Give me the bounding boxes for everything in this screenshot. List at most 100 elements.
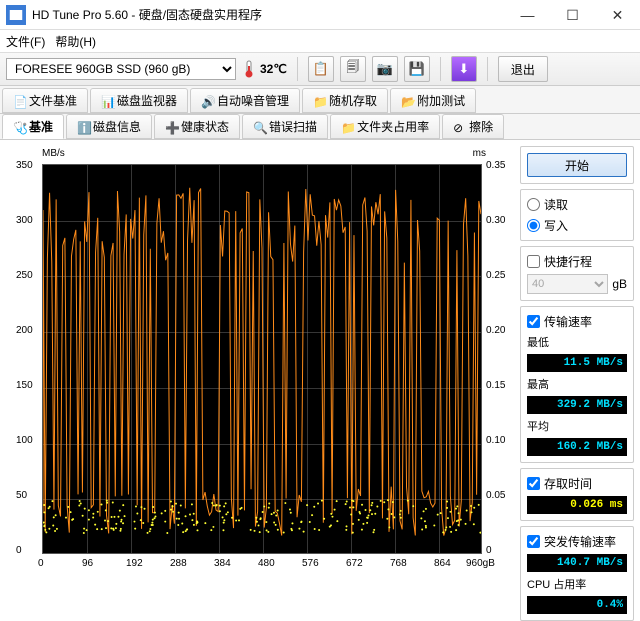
x-tick: 576: [302, 558, 319, 569]
x-tick: 480: [258, 558, 275, 569]
options-button[interactable]: ⬇: [451, 56, 477, 82]
right-tick: 0.15: [486, 380, 505, 391]
left-axis-unit: MB/s: [42, 148, 65, 159]
drive-select[interactable]: FORESEE 960GB SSD (960 gB): [6, 58, 236, 80]
cpu-value: 0.4%: [527, 596, 627, 614]
tab-自动噪音管理[interactable]: 🔊 自动噪音管理: [190, 88, 300, 113]
x-max-label: 960gB: [466, 558, 495, 569]
tabs: 📄 文件基准 📊 磁盘监视器 🔊 自动噪音管理 📁 随机存取 📂附加测试 🩺 基准 ℹ️ 磁盘信息 ➕ 健…: [0, 86, 640, 140]
access-time-check[interactable]: 存取时间: [527, 475, 627, 492]
max-value: 329.2 MB/s: [527, 396, 627, 414]
tab-随机存取[interactable]: 📁 随机存取: [302, 88, 388, 113]
tab-磁盘信息[interactable]: ℹ️ 磁盘信息: [66, 114, 152, 139]
x-tick: 864: [434, 558, 451, 569]
avg-value: 160.2 MB/s: [527, 438, 627, 456]
tab-icon: 📁: [313, 95, 325, 107]
short-stroke-check[interactable]: 快捷行程: [527, 253, 627, 270]
tab-label: 文件夹占用率: [357, 118, 429, 135]
window-title: HD Tune Pro 5.60 - 硬盘/固态硬盘实用程序: [32, 6, 505, 23]
left-tick: 200: [16, 325, 33, 336]
right-tick: 0.10: [486, 435, 505, 446]
left-tick: 0: [16, 545, 22, 556]
left-tick: 300: [16, 215, 33, 226]
right-tick: 0.20: [486, 325, 505, 336]
menu-help[interactable]: 帮助(H): [55, 33, 96, 50]
left-tick: 150: [16, 380, 33, 391]
tab-icon: 📄: [13, 95, 25, 107]
right-tick: 0.05: [486, 490, 505, 501]
maximize-button[interactable]: ☐: [550, 0, 595, 30]
tab-错误扫描[interactable]: 🔍 错误扫描: [242, 114, 328, 139]
tab-icon: ⊘: [453, 121, 465, 133]
tab-文件基准[interactable]: 📄 文件基准: [2, 88, 88, 113]
x-tick: 192: [126, 558, 143, 569]
access-value: 0.026 ms: [527, 496, 627, 514]
right-tick: 0: [486, 545, 492, 556]
tab-icon: 🔊: [201, 95, 213, 107]
tab-健康状态[interactable]: ➕ 健康状态: [154, 114, 240, 139]
tab-label: 文件基准: [29, 92, 77, 109]
tab-label: 基准: [29, 118, 53, 135]
temperature-readout: 32℃: [242, 60, 287, 78]
copy-screenshot-button[interactable]: 🗐: [340, 56, 366, 82]
tab-icon: 🩺: [13, 121, 25, 133]
tab-icon: 🔍: [253, 121, 265, 133]
tab-label: 磁盘监视器: [117, 92, 177, 109]
tab-icon: ➕: [165, 121, 177, 133]
titlebar: HD Tune Pro 5.60 - 硬盘/固态硬盘实用程序 — ☐ ✕: [0, 0, 640, 30]
close-button[interactable]: ✕: [595, 0, 640, 30]
tab-label: 擦除: [469, 118, 493, 135]
block-size-select[interactable]: 40: [527, 274, 608, 294]
tab-label: 错误扫描: [269, 118, 317, 135]
mode-write[interactable]: 写入: [527, 217, 627, 234]
tab-擦除[interactable]: ⊘ 擦除: [442, 114, 504, 139]
cpu-label: CPU 占用率: [527, 576, 627, 592]
left-tick: 350: [16, 160, 33, 171]
x-tick: 96: [82, 558, 93, 569]
tab-基准[interactable]: 🩺 基准: [2, 114, 64, 139]
tab-icon: 📊: [101, 95, 113, 107]
exit-button[interactable]: 退出: [498, 56, 548, 82]
sidebar: 开始 读取 写入 快捷行程 40 gB 传输速率 最低 11.5 MB/s 最高…: [516, 140, 640, 610]
copy-info-button[interactable]: 📋: [308, 56, 334, 82]
tab-label: 随机存取: [329, 92, 377, 109]
tab-label: 磁盘信息: [93, 118, 141, 135]
tab-icon: ℹ️: [77, 121, 89, 133]
tab-label: 健康状态: [181, 118, 229, 135]
toolbar: FORESEE 960GB SSD (960 gB) 32℃ 📋 🗐 📷 💾 ⬇…: [0, 52, 640, 86]
max-label: 最高: [527, 376, 627, 392]
chart-canvas: [42, 164, 482, 554]
tab-icon: 📂: [401, 95, 413, 107]
tab-文件夹占用率[interactable]: 📁 文件夹占用率: [330, 114, 440, 139]
right-tick: 0.30: [486, 215, 505, 226]
thermometer-icon: [242, 60, 256, 78]
tab-磁盘监视器[interactable]: 📊 磁盘监视器: [90, 88, 188, 113]
app-icon: [6, 5, 26, 25]
x-tick: 768: [390, 558, 407, 569]
chart-area: MB/s ms 350300250200150100500 0.350.300.…: [0, 140, 516, 610]
tab-icon: 📁: [341, 121, 353, 133]
save-button[interactable]: 💾: [404, 56, 430, 82]
menu-file[interactable]: 文件(F): [6, 33, 45, 50]
content: MB/s ms 350300250200150100500 0.350.300.…: [0, 140, 640, 610]
left-tick: 100: [16, 435, 33, 446]
transfer-rate-check[interactable]: 传输速率: [527, 313, 627, 330]
mode-read[interactable]: 读取: [527, 196, 627, 213]
x-tick: 672: [346, 558, 363, 569]
x-tick: 384: [214, 558, 231, 569]
x-tick: 0: [38, 558, 44, 569]
right-axis-unit: ms: [473, 148, 486, 159]
block-unit: gB: [612, 277, 627, 291]
start-button[interactable]: 开始: [527, 153, 627, 177]
tab-label: 自动噪音管理: [217, 92, 289, 109]
avg-label: 平均: [527, 418, 627, 434]
screenshot-button[interactable]: 📷: [372, 56, 398, 82]
left-tick: 50: [16, 490, 27, 501]
minimize-button[interactable]: —: [505, 0, 550, 30]
menubar: 文件(F) 帮助(H): [0, 30, 640, 52]
right-tick: 0.25: [486, 270, 505, 281]
tab-附加测试[interactable]: 📂附加测试: [390, 88, 476, 113]
burst-value: 140.7 MB/s: [527, 554, 627, 572]
burst-rate-check[interactable]: 突发传输速率: [527, 533, 627, 550]
min-value: 11.5 MB/s: [527, 354, 627, 372]
